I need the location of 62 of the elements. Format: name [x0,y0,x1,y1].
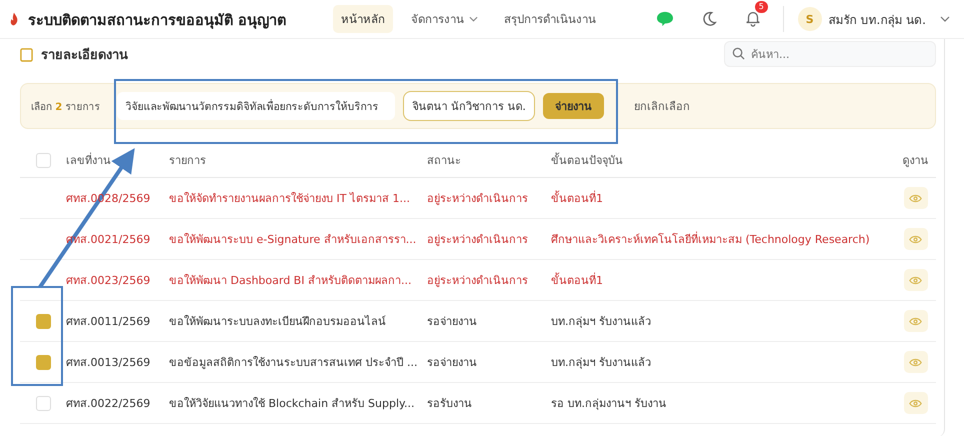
clipboard-icon [20,46,33,62]
eye-icon [909,276,922,284]
table-cell: ขอให้จัดทำรายงานผลการใช้จ่ายงบ IT ไตรมาส 1... [169,192,410,205]
notification-badge: 5 [754,0,768,12]
user-name[interactable]: สมรัก บท.กลุ่ม นด. [828,10,926,28]
eye-icon [909,316,922,326]
view-button[interactable] [904,228,928,250]
chat-bubble-icon[interactable] [656,11,674,27]
table-cell: ศึกษาและวิเคราะห์เทคโนโลยีที่เหมาะสม (Technology Research) [551,233,870,246]
checkbox[interactable] [36,354,50,370]
eye-icon [909,358,922,366]
eye-icon [909,194,922,202]
app-title: ระบบติดตามสถานะการขออนุมัติ อนุญาต [28,12,288,30]
assignee-select[interactable]: จินตนา นักวิชาการ นด. [403,91,535,121]
table-cell: ศทส.0011/2569 [66,315,150,328]
table-cell: ศทส.0013/2569 [66,356,150,369]
column-header: สถานะ [427,154,461,167]
table-cell: ขั้นตอนที่1 [551,192,603,205]
column-header: ขั้นตอนปัจจุบัน [551,154,623,167]
search-field[interactable]: ค้นหา... [724,41,936,67]
view-button[interactable] [904,392,928,414]
column-header: ดูงาน [902,153,928,169]
flame-icon [10,12,18,26]
assign-button[interactable]: จ่ายงาน [542,93,604,119]
table-cell: รอจ่ายงาน [427,315,477,328]
table-cell: ขอให้พัฒนาระบบลงทะเบียนฝึกอบรมออนไลน์ [169,315,386,328]
table-cell: รอรับงาน [427,397,472,410]
avatar: S [798,7,822,31]
view-button[interactable] [904,310,928,332]
checkbox[interactable] [36,396,50,410]
table-cell: บท.กลุ่มฯ รับงานแล้ว [551,356,651,369]
unit-select[interactable]: วิจัยและพัฒนานวัตกรรมดิจิทัลเพื่อยกระดับการให้บริการ [117,92,396,120]
search-icon [732,47,745,60]
eye-icon [909,398,922,408]
column-header: เลขที่งาน [66,154,111,167]
nav-tab[interactable]: หน้าหลัก [333,5,393,33]
view-button[interactable] [904,351,928,373]
table-cell: อยู่ระหว่างดำเนินการ [427,192,528,205]
table-cell: ขอให้วิจัยแนวทางใช้ Blockchain สำหรับ Supply... [169,397,414,410]
nav-tab[interactable]: จัดการงาน [403,5,486,33]
chevron-down-icon[interactable] [940,16,950,22]
table-cell: อยู่ระหว่างดำเนินการ [427,233,528,246]
view-button[interactable] [904,269,928,291]
table-cell: ขอให้พัฒนาระบบ e-Signature สำหรับเอกสารรา... [169,233,416,246]
column-header: รายการ [169,154,206,167]
table-cell: ขอข้อมูลสถิติการใช้งานระบบสารสนเทศ ประจำปี ... [169,356,418,369]
table-cell: ศทส.0022/2569 [66,397,150,410]
eye-icon [909,234,922,244]
table-cell: ศทส.0023/2569 [66,274,150,287]
table-cell: ขอให้พัฒนา Dashboard BI สำหรับติดตามผลกา... [169,274,412,287]
view-button[interactable] [904,187,928,209]
table-cell: ขั้นตอนที่1 [551,274,603,287]
checkbox[interactable] [36,314,50,328]
card-title: รายละเอียดงาน [41,46,128,64]
checkbox[interactable] [36,152,50,168]
table-cell: รอ บท.กลุ่มงานฯ รับงาน [551,397,666,410]
table-cell: รอจ่ายงาน [427,356,477,369]
selection-count: เลือก 2 รายการ [31,100,100,114]
table-cell: อยู่ระหว่างดำเนินการ [427,274,528,287]
table-cell: บท.กลุ่มฯ รับงานแล้ว [551,315,651,328]
clear-selection-link[interactable]: ยกเลิกเลือก [628,96,696,116]
nav-tab[interactable]: สรุปการดำเนินงาน [496,5,604,33]
